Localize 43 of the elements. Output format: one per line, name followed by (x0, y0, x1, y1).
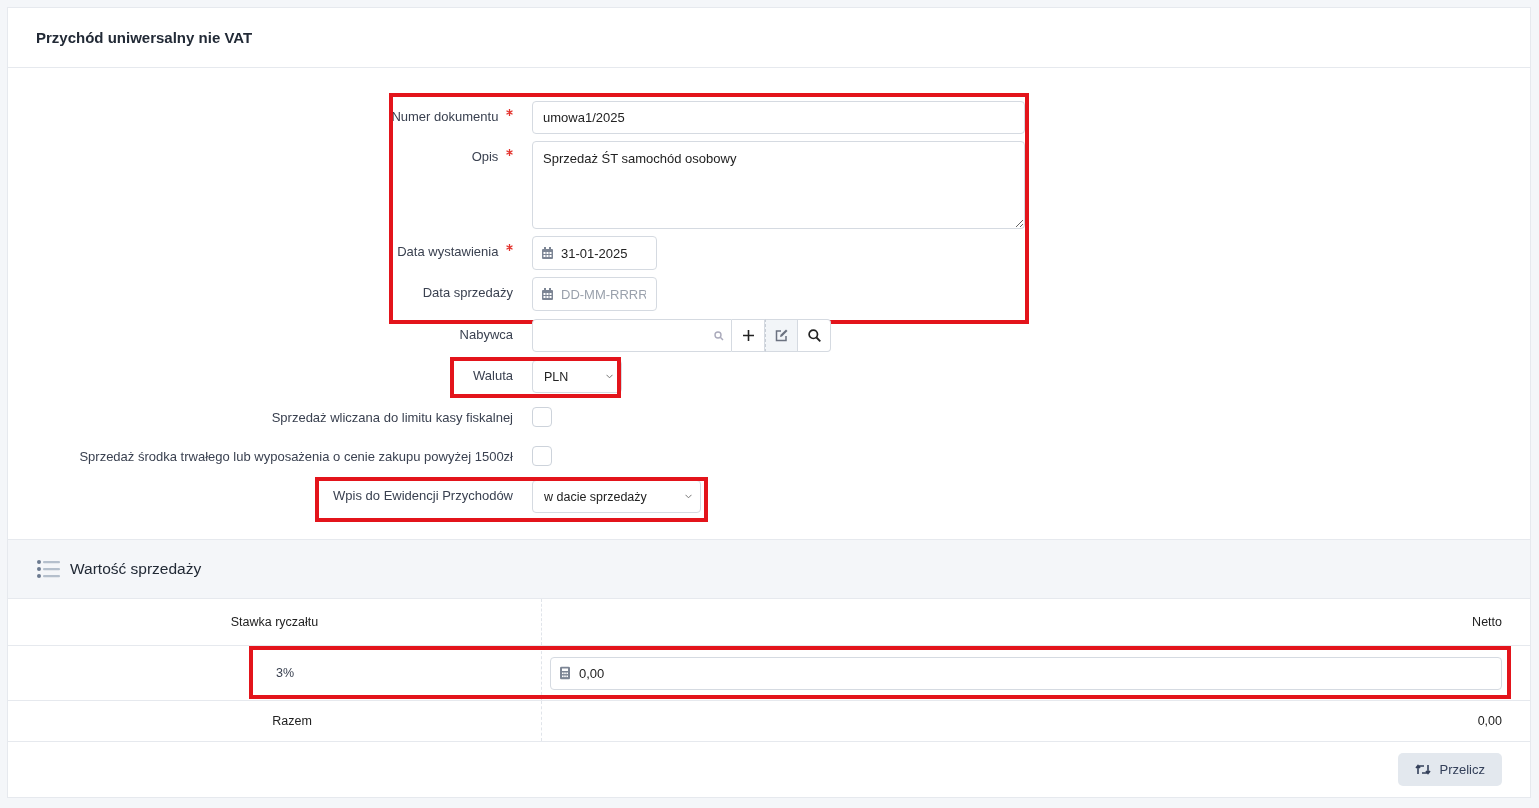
refresh-icon (1415, 764, 1432, 775)
calculator-icon (560, 666, 570, 680)
search-icon (807, 329, 821, 342)
field-label: Numer dokumentu (391, 109, 499, 124)
calendar-icon (542, 288, 553, 300)
asterisk-icon (506, 149, 513, 156)
form-title: Przychód uniwersalny nie VAT (36, 29, 253, 46)
caret-icon (684, 494, 692, 499)
edit-button[interactable] (765, 319, 798, 352)
checkbox[interactable] (532, 446, 552, 466)
field-label: Data sprzedaży (422, 285, 513, 300)
select-dropdown[interactable]: w dacie sprzedaży (532, 480, 701, 513)
field-label: Nabywca (459, 327, 513, 342)
column-header: Stawka ryczałtu (230, 615, 319, 629)
add-button[interactable] (732, 319, 765, 352)
edit-icon (775, 329, 788, 342)
total-value: 0,00 (1477, 714, 1502, 728)
column-header: Netto (1472, 615, 1502, 629)
field-label: Opis (471, 149, 499, 164)
net-amount-field[interactable]: 0,00 (550, 656, 1502, 690)
total-label: Razem (272, 714, 312, 728)
checkbox[interactable] (532, 407, 552, 427)
rate-cell: 3% (276, 666, 295, 680)
calendar-icon (542, 247, 553, 259)
select-dropdown[interactable]: PLN (532, 360, 623, 393)
asterisk-icon (506, 109, 513, 116)
field-label: Sprzedaż środka trwałego lub wyposażenia o cenie zakupu powyżej 1500zł (79, 449, 513, 464)
field-label: Data wystawienia (397, 244, 499, 259)
asterisk-icon (506, 244, 513, 251)
search-button[interactable] (798, 319, 831, 352)
plus-icon (742, 330, 754, 341)
field-label: Wpis do Ewidencji Przychodów (333, 488, 513, 503)
field-label: Waluta (473, 368, 513, 383)
field-label: Sprzedaż wliczana do limitu kasy fiskalnej (271, 410, 513, 425)
search-icon (714, 330, 724, 341)
text-field[interactable]: umowa1/2025 (532, 101, 1025, 134)
description-field[interactable]: Sprzedaż ŚT samochód osobowy (532, 141, 1025, 229)
buyer-search-field[interactable] (532, 319, 732, 352)
date-field[interactable]: 31-01-2025 (532, 236, 657, 270)
section-title: Wartość sprzedaży (70, 560, 202, 578)
list-icon (37, 560, 60, 578)
caret-icon (606, 374, 614, 379)
recalculate-button[interactable]: Przelicz (1398, 753, 1502, 786)
